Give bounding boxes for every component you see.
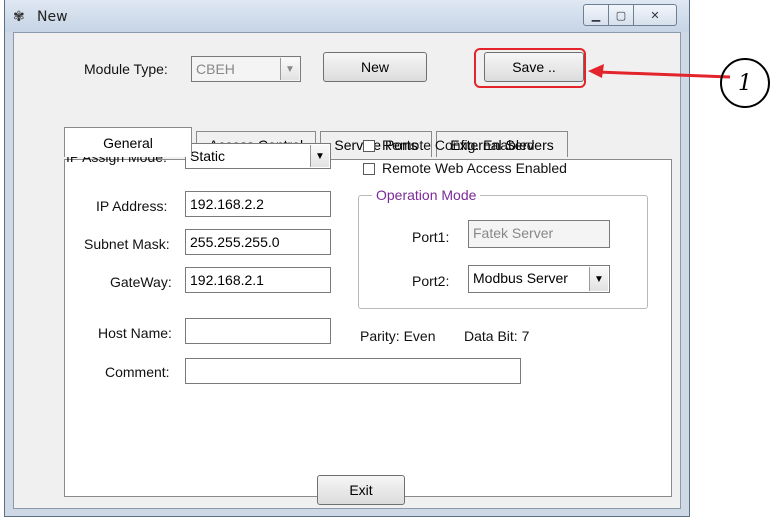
dialog-client: Module Type: CBEH ▼ New Save .. General …	[13, 32, 681, 509]
arrow-shaft	[597, 70, 731, 79]
port2-value: Modbus Server	[473, 270, 568, 286]
subnet-mask-field[interactable]: 255.255.255.0	[185, 229, 331, 255]
gateway-label: GateWay:	[110, 274, 172, 290]
module-type-select[interactable]: CBEH ▼	[191, 56, 301, 82]
new-button[interactable]: New	[323, 52, 427, 82]
module-type-label: Module Type:	[84, 61, 168, 77]
remote-config-checkbox[interactable]	[363, 140, 375, 152]
ip-assign-select[interactable]: Static ▼	[185, 143, 331, 169]
data-bit-text: Data Bit: 7	[464, 328, 530, 344]
subnet-mask-label: Subnet Mask:	[84, 236, 170, 252]
port2-label: Port2:	[412, 273, 450, 289]
port2-select[interactable]: Modbus Server ▼	[468, 265, 610, 293]
maximize-button[interactable]: ▢	[609, 4, 634, 26]
minimize-button[interactable]: ▁	[583, 4, 609, 26]
remote-config-label: Remote Config. Enabled	[382, 137, 535, 153]
maximize-icon: ▢	[615, 8, 627, 22]
gateway-field[interactable]: 192.168.2.1	[185, 267, 331, 293]
host-name-label: Host Name:	[98, 325, 172, 341]
minimize-icon: ▁	[591, 8, 601, 22]
chevron-down-icon[interactable]: ▼	[310, 145, 329, 167]
port1-field[interactable]: Fatek Server	[468, 220, 610, 248]
title-bar[interactable]: ✾ New ▁ ▢ ✕	[5, 0, 689, 32]
chevron-down-icon[interactable]: ▼	[280, 58, 299, 80]
exit-button[interactable]: Exit	[317, 475, 405, 505]
app-icon: ✾	[13, 9, 25, 25]
ip-assign-value: Static	[190, 148, 226, 164]
port1-label: Port1:	[412, 229, 450, 245]
operation-mode-title: Operation Mode	[372, 187, 481, 203]
remote-web-checkbox[interactable]	[363, 163, 375, 175]
callout-number: 1	[720, 58, 770, 108]
comment-label: Comment:	[105, 364, 170, 380]
ip-address-field[interactable]: 192.168.2.2	[185, 191, 331, 217]
tab-general[interactable]: General	[64, 127, 192, 157]
close-button[interactable]: ✕	[634, 4, 677, 26]
close-icon: ✕	[650, 8, 660, 22]
ip-address-label: IP Address:	[96, 198, 168, 214]
save-highlight-box	[474, 48, 586, 88]
remote-web-label: Remote Web Access Enabled	[382, 160, 567, 176]
arrow-head	[588, 64, 604, 78]
host-name-field[interactable]	[185, 318, 331, 344]
parity-text: Parity: Even	[360, 328, 436, 344]
module-type-value: CBEH	[196, 61, 235, 77]
comment-field[interactable]	[185, 358, 521, 384]
callout-arrow	[588, 64, 731, 79]
chevron-down-icon[interactable]: ▼	[589, 267, 608, 291]
window-title: New	[37, 9, 68, 25]
